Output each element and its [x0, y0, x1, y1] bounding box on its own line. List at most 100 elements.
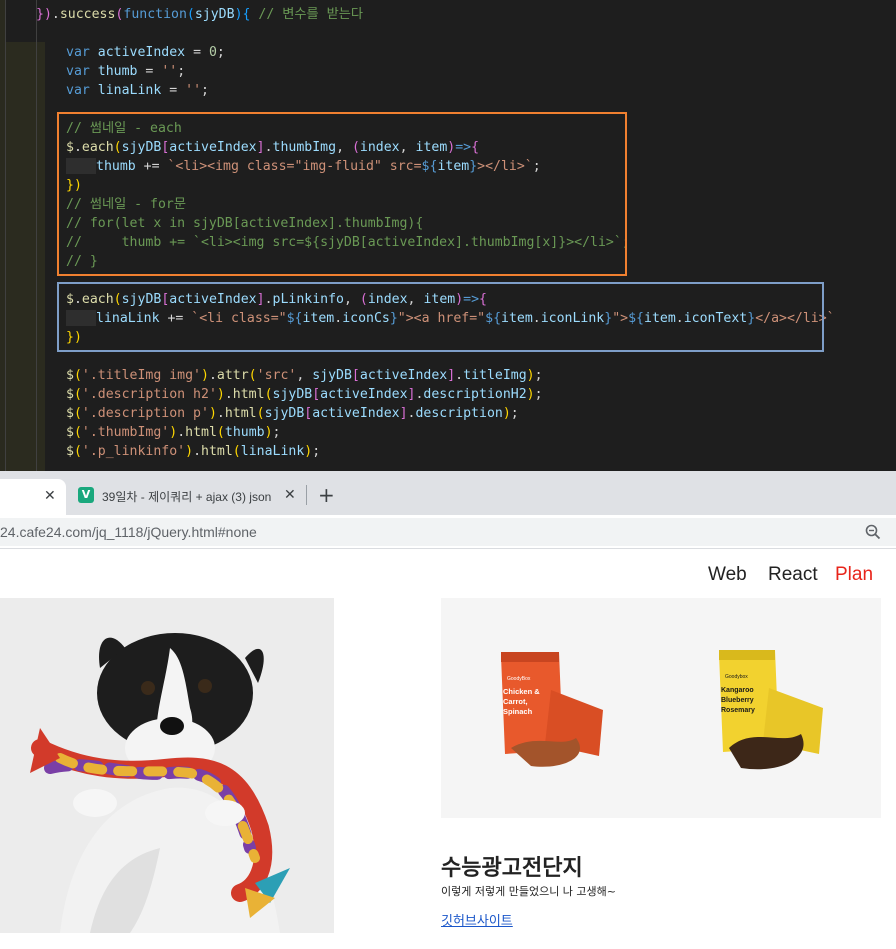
code-token: ): [208, 406, 217, 421]
code-token: ;: [312, 444, 321, 459]
tab-title: 39일차 - 제이쿼리 + ajax (3) json: [102, 490, 272, 504]
code-token: (: [73, 368, 82, 383]
code-token: sjyDB: [194, 7, 235, 22]
tab-active[interactable]: ✕: [0, 479, 66, 515]
code-token: }): [36, 7, 52, 22]
code-token: ): [216, 387, 225, 402]
code-token: 0: [208, 45, 217, 60]
code-token: $: [66, 425, 74, 440]
code-token: html: [201, 444, 233, 459]
product-thumbnail-image: GoodyBox Chicken & Carrot, Spinach Goody…: [441, 598, 881, 818]
nav-web[interactable]: Web: [708, 564, 747, 586]
tab-jquery-ajax[interactable]: V 39일차 - 제이쿼리 + ajax (3) json ✕: [70, 479, 304, 511]
product-label-line: Spinach: [503, 707, 533, 716]
product-label-line: Blueberry: [721, 697, 754, 704]
code-token: 'src': [256, 368, 297, 383]
code-token: '.thumbImg': [81, 425, 170, 440]
code-line[interactable]: var activeIndex = 0;: [66, 43, 225, 62]
zoom-icon[interactable]: [864, 523, 882, 541]
code-token: '.description p': [81, 406, 209, 421]
description-title: 수능광고전단지: [441, 856, 583, 881]
code-editor[interactable]: }).success(function(sjyDB){ // 변수를 받는다 va…: [0, 0, 896, 471]
code-token: .: [216, 406, 225, 421]
browser-tab-bar: ✕ V 39일차 - 제이쿼리 + ajax (3) json ✕ +: [0, 471, 896, 515]
code-token: ): [201, 368, 209, 383]
code-token: html: [224, 406, 257, 421]
code-token: (: [73, 425, 82, 440]
code-token: linaLink: [97, 83, 162, 98]
code-token: html: [232, 387, 265, 402]
code-line[interactable]: }).success(function(sjyDB){ // 변수를 받는다: [36, 5, 363, 24]
code-token: (: [73, 444, 82, 459]
code-line[interactable]: var thumb = '';: [66, 62, 185, 81]
github-link[interactable]: 깃허브사이트: [441, 910, 513, 929]
code-token: ]: [447, 368, 456, 383]
code-token: ): [169, 425, 178, 440]
code-token: (: [73, 406, 82, 421]
code-token: ): [502, 406, 511, 421]
code-token: ;: [177, 64, 186, 79]
velog-favicon-icon: V: [78, 487, 94, 503]
dog-with-toy-illustration: [0, 598, 334, 933]
code-token: [: [351, 368, 360, 383]
url-input[interactable]: 24.cafe24.com/jq_1118/jQuery.html#none: [0, 518, 896, 546]
code-token: activeIndex: [359, 368, 448, 383]
code-token: =: [161, 83, 186, 98]
title-image: [0, 598, 334, 933]
code-token: var: [66, 64, 90, 79]
code-token: (: [73, 387, 82, 402]
code-token: .: [51, 7, 60, 22]
code-token: (: [248, 368, 257, 383]
tab-separator: [306, 485, 307, 505]
code-token: =: [185, 45, 209, 60]
code-token: ;: [201, 83, 209, 98]
product-bags-illustration: GoodyBox Chicken & Carrot, Spinach Goody…: [441, 598, 881, 818]
product-label-line: Kangaroo: [721, 687, 754, 694]
code-token: thumb: [224, 425, 265, 440]
close-icon[interactable]: ✕: [44, 488, 56, 504]
new-tab-button[interactable]: +: [318, 483, 335, 507]
code-token: '': [185, 83, 202, 98]
code-token: [: [312, 387, 321, 402]
nav-plan[interactable]: Plan: [835, 564, 873, 586]
code-token: html: [185, 425, 217, 440]
code-line[interactable]: $('.titleImg img').attr('src', sjyDB[act…: [66, 366, 543, 385]
code-token: sjyDB: [272, 387, 313, 402]
linkinfo-code-highlight-box: [57, 282, 824, 352]
code-line[interactable]: $('.p_linkinfo').html(linaLink);: [66, 442, 320, 461]
code-token: (: [216, 425, 225, 440]
code-token: ): [185, 444, 194, 459]
indent-highlight: [5, 118, 45, 471]
product-brand: GoodyBox: [507, 676, 531, 682]
code-line[interactable]: $('.thumbImg').html(thumb);: [66, 423, 280, 442]
product-label-line: Rosemary: [721, 707, 755, 714]
nav-react[interactable]: React: [768, 564, 818, 586]
code-token: (: [232, 444, 241, 459]
code-line[interactable]: $('.description h2').html(sjyDB[activeIn…: [66, 385, 543, 404]
code-token: function: [123, 7, 187, 22]
code-token: activeIndex: [320, 387, 408, 402]
code-token: ;: [510, 406, 519, 421]
code-token: ;: [216, 45, 225, 60]
product-label-line: Chicken &: [503, 687, 540, 696]
code-token: ): [264, 425, 273, 440]
product-brand: Goodybox: [725, 674, 748, 680]
code-token: sjyDB: [264, 406, 305, 421]
url-text: 24.cafe24.com/jq_1118/jQuery.html#none: [0, 524, 257, 540]
code-line[interactable]: var linaLink = '';: [66, 81, 209, 100]
code-token: ;: [534, 387, 543, 402]
code-line[interactable]: $('.description p').html(sjyDB[activeInd…: [66, 404, 519, 423]
code-token: ): [234, 7, 243, 22]
code-token: ): [526, 387, 535, 402]
code-token: '.titleImg img': [81, 368, 201, 383]
code-token: ): [526, 368, 535, 383]
code-token: $: [66, 368, 74, 383]
code-token: .: [193, 444, 202, 459]
close-icon[interactable]: ✕: [284, 487, 296, 503]
code-token: ]: [399, 406, 408, 421]
code-token: $: [66, 387, 74, 402]
indent-highlight: [5, 42, 45, 118]
